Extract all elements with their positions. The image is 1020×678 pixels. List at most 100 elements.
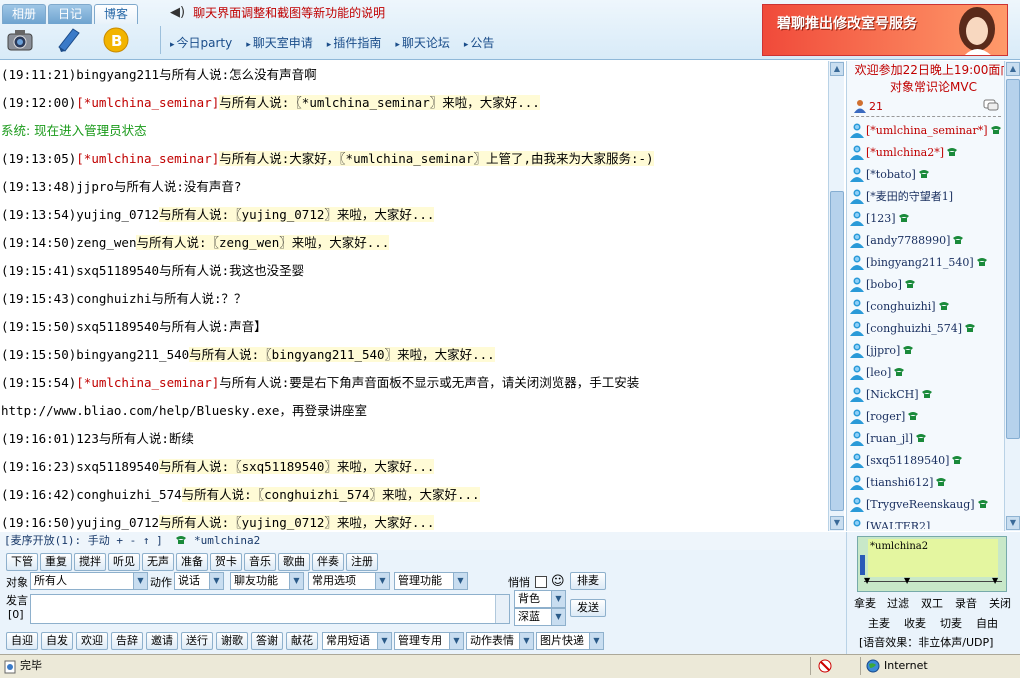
picture-select[interactable]: 图片快递 ▼ bbox=[536, 632, 604, 650]
action-button[interactable]: 无声 bbox=[142, 553, 174, 571]
action-button[interactable]: 重复 bbox=[40, 553, 72, 571]
scroll-up-button[interactable]: ▲ bbox=[830, 62, 844, 76]
user-list-item[interactable]: [NickCH] bbox=[849, 383, 1001, 405]
message-user[interactable]: [*umlchina_seminar] bbox=[76, 95, 219, 110]
ad-banner[interactable]: 碧聊推出修改室号服务 bbox=[762, 4, 1008, 56]
scroll-thumb[interactable] bbox=[1006, 79, 1020, 439]
action-select[interactable]: 说话 ▼ bbox=[174, 572, 224, 590]
camera-icon[interactable] bbox=[6, 26, 34, 54]
quick-button[interactable]: 献花 bbox=[286, 632, 318, 650]
free-mic-button[interactable]: 自由 bbox=[969, 614, 1005, 632]
notebook-icon[interactable] bbox=[54, 26, 82, 54]
filter-button[interactable]: 过滤 bbox=[881, 594, 915, 612]
quick-button[interactable]: 告辞 bbox=[111, 632, 143, 650]
friend-function-select[interactable]: 聊友功能 ▼ bbox=[230, 572, 304, 590]
input-scrollbar[interactable] bbox=[495, 595, 509, 623]
user-list-item[interactable]: [*麦田的守望者1] bbox=[849, 185, 1001, 207]
queue-mic-button[interactable]: 排麦 bbox=[570, 572, 606, 590]
user-list-item[interactable]: [123] bbox=[849, 207, 1001, 229]
send-button[interactable]: 发送 bbox=[570, 599, 606, 617]
scroll-thumb[interactable] bbox=[830, 191, 844, 511]
user-list-item[interactable]: [ruan_jl] bbox=[849, 427, 1001, 449]
chat-bubble-icon[interactable] bbox=[983, 99, 999, 113]
emote-select[interactable]: 动作表情 ▼ bbox=[466, 632, 534, 650]
message-user[interactable]: zeng_wen bbox=[76, 235, 136, 250]
action-button[interactable]: 音乐 bbox=[244, 553, 276, 571]
target-select[interactable]: 所有人 ▼ bbox=[30, 572, 148, 590]
tab-album[interactable]: 相册 bbox=[2, 4, 46, 24]
nav-apply[interactable]: ▸ 聊天室申请 bbox=[246, 34, 313, 51]
bg-color-select[interactable]: 背色 ▼ bbox=[514, 590, 566, 608]
user-list-scrollbar[interactable]: ▲ ▼ bbox=[1004, 61, 1020, 531]
user-list-item[interactable]: [bobo] bbox=[849, 273, 1001, 295]
user-list-item[interactable]: [sxq51189540] bbox=[849, 449, 1001, 471]
action-button[interactable]: 听见 bbox=[108, 553, 140, 571]
message-user[interactable]: sxq51189540 bbox=[76, 459, 159, 474]
quick-button[interactable]: 欢迎 bbox=[76, 632, 108, 650]
message-user[interactable]: sxq51189540 bbox=[76, 263, 159, 278]
text-color-select[interactable]: 深蓝 ▼ bbox=[514, 608, 566, 626]
nav-plugin[interactable]: ▸ 插件指南 bbox=[327, 34, 382, 51]
user-list-item[interactable]: [WALTER2] bbox=[849, 515, 1001, 529]
volume-slider[interactable]: ▼ ▼ ▼ bbox=[864, 576, 1002, 589]
take-mic-button[interactable]: 拿麦 bbox=[849, 594, 881, 612]
action-button[interactable]: 搅拌 bbox=[74, 553, 106, 571]
quick-button[interactable]: 送行 bbox=[181, 632, 213, 650]
smile-icon[interactable]: ☺ bbox=[551, 573, 565, 591]
record-button[interactable]: 录音 bbox=[949, 594, 983, 612]
admin-only-select[interactable]: 管理专用 ▼ bbox=[394, 632, 464, 650]
notice-link[interactable]: 聊天界面调整和截图等新功能的说明 bbox=[193, 4, 385, 21]
user-list-item[interactable]: [*umlchina2*] bbox=[849, 141, 1001, 163]
message-user[interactable]: conghuizhi bbox=[76, 291, 151, 306]
quick-button[interactable]: 自迎 bbox=[6, 632, 38, 650]
admin-function-select[interactable]: 管理功能 ▼ bbox=[394, 572, 468, 590]
quick-button[interactable]: 邀请 bbox=[146, 632, 178, 650]
message-user[interactable]: jjpro bbox=[76, 179, 114, 194]
message-user[interactable]: [*umlchina_seminar] bbox=[76, 151, 219, 166]
message-user[interactable]: yujing_0712 bbox=[76, 207, 159, 222]
message-user[interactable]: bingyang211 bbox=[76, 67, 159, 82]
switch-mic-button[interactable]: 切麦 bbox=[933, 614, 969, 632]
action-button[interactable]: 下管 bbox=[6, 553, 38, 571]
message-user[interactable]: sxq51189540 bbox=[76, 319, 159, 334]
slider-handle-icon[interactable]: ▼ bbox=[992, 576, 998, 585]
common-options-select[interactable]: 常用选项 ▼ bbox=[308, 572, 390, 590]
chat-log[interactable]: (19:11:21)bingyang211与所有人说:怎么没有声音啊 (19:12… bbox=[0, 61, 828, 531]
message-input[interactable] bbox=[30, 594, 510, 624]
slider-handle-icon[interactable]: ▼ bbox=[904, 576, 910, 585]
blog-icon[interactable]: B bbox=[102, 26, 130, 54]
quick-button[interactable]: 谢歌 bbox=[216, 632, 248, 650]
message-user[interactable]: [*umlchina_seminar] bbox=[76, 375, 219, 390]
action-button[interactable]: 注册 bbox=[346, 553, 378, 571]
mic-queue-text[interactable]: [麦序开放(1): 手动 + - ↑ ] bbox=[4, 534, 163, 547]
close-mic-button[interactable]: 关闭 bbox=[983, 594, 1017, 612]
main-mic-button[interactable]: 主麦 bbox=[861, 614, 897, 632]
message-user[interactable]: conghuizhi_574 bbox=[76, 487, 181, 502]
quick-button[interactable]: 自发 bbox=[41, 632, 73, 650]
action-button[interactable]: 伴奏 bbox=[312, 553, 344, 571]
blocked-popup-icon[interactable] bbox=[818, 659, 832, 673]
slider-handle-icon[interactable]: ▼ bbox=[864, 576, 870, 585]
tab-diary[interactable]: 日记 bbox=[48, 4, 92, 24]
scroll-down-button[interactable]: ▼ bbox=[1006, 516, 1020, 530]
action-button[interactable]: 歌曲 bbox=[278, 553, 310, 571]
user-list-item[interactable]: [roger] bbox=[849, 405, 1001, 427]
user-list-item[interactable]: [jjpro] bbox=[849, 339, 1001, 361]
scroll-down-button[interactable]: ▼ bbox=[830, 516, 844, 530]
user-list-item[interactable]: [conghuizhi] bbox=[849, 295, 1001, 317]
chat-scrollbar[interactable]: ▲ ▼ bbox=[828, 61, 844, 531]
user-list-item[interactable]: [andy7788990] bbox=[849, 229, 1001, 251]
duplex-button[interactable]: 双工 bbox=[915, 594, 949, 612]
user-list-item[interactable]: [bingyang211_540] bbox=[849, 251, 1001, 273]
message-user[interactable]: yujing_0712 bbox=[76, 515, 159, 530]
user-list-item[interactable]: [TrygveReenskaug] bbox=[849, 493, 1001, 515]
nav-forum[interactable]: ▸ 聊天论坛 bbox=[395, 34, 450, 51]
quick-button[interactable]: 答谢 bbox=[251, 632, 283, 650]
tab-blog[interactable]: 博客 bbox=[94, 4, 138, 24]
action-button[interactable]: 贺卡 bbox=[210, 553, 242, 571]
user-list-item[interactable]: [*umlchina_seminar*] bbox=[849, 119, 1001, 141]
message-user[interactable]: bingyang211_540 bbox=[76, 347, 189, 362]
message-user[interactable]: 123 bbox=[76, 431, 99, 446]
user-list-item[interactable]: [tianshi612] bbox=[849, 471, 1001, 493]
action-button[interactable]: 准备 bbox=[176, 553, 208, 571]
